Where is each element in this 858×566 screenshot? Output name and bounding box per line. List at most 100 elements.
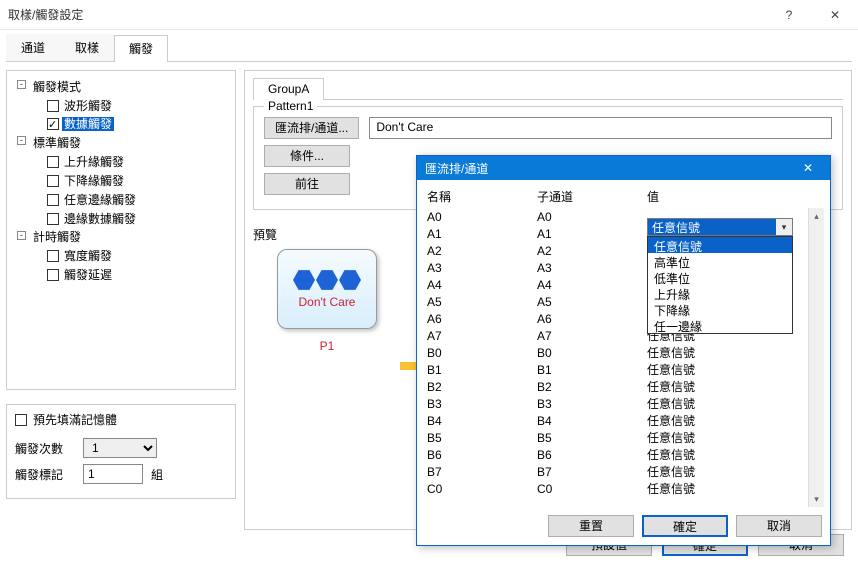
tab-sampling[interactable]: 取樣 bbox=[60, 34, 114, 61]
row-name: B7 bbox=[427, 465, 537, 479]
dialog-ok-button[interactable]: 確定 bbox=[642, 515, 728, 537]
row-name: A6 bbox=[427, 312, 537, 326]
dialog-list-header: 名稱 子通道 值 bbox=[423, 186, 824, 207]
dialog-cancel-button[interactable]: 取消 bbox=[736, 515, 822, 537]
row-value: 任意信號 bbox=[647, 344, 804, 361]
tree-item-checkbox[interactable] bbox=[47, 100, 59, 112]
list-row[interactable]: B4B4任意信號 bbox=[423, 412, 824, 429]
dialog-title: 匯流排/通道 bbox=[425, 160, 794, 177]
row-name: A1 bbox=[427, 227, 537, 241]
row-name: B1 bbox=[427, 363, 537, 377]
bus-value-field[interactable]: Don't Care bbox=[369, 117, 832, 139]
list-row[interactable]: B7B7任意信號 bbox=[423, 463, 824, 480]
row-name: B4 bbox=[427, 414, 537, 428]
tree-item-checkbox[interactable] bbox=[47, 118, 59, 130]
tree-item-checkbox[interactable] bbox=[47, 250, 59, 262]
tree-group-label[interactable]: 觸發模式 bbox=[31, 80, 83, 94]
dropdown-option[interactable]: 高準位 bbox=[648, 253, 792, 269]
dropdown-option[interactable]: 下降緣 bbox=[648, 301, 792, 317]
list-row[interactable]: B2B2任意信號 bbox=[423, 378, 824, 395]
tree-expander-icon[interactable]: - bbox=[17, 80, 26, 89]
pattern-title: Pattern1 bbox=[264, 99, 317, 113]
dialog-close-button[interactable]: ✕ bbox=[794, 161, 822, 175]
row-subchannel: A5 bbox=[537, 295, 647, 309]
hex-icon-row bbox=[293, 269, 361, 291]
trigger-mark-unit: 組 bbox=[151, 466, 163, 483]
tree-item-label[interactable]: 觸發延遲 bbox=[62, 268, 114, 282]
tree-item-checkbox[interactable] bbox=[47, 156, 59, 168]
tab-trigger[interactable]: 觸發 bbox=[114, 35, 168, 62]
tree-item-label[interactable]: 下降緣觸發 bbox=[62, 174, 126, 188]
row-subchannel: A2 bbox=[537, 244, 647, 258]
row-subchannel: A0 bbox=[537, 210, 647, 224]
row-subchannel: B6 bbox=[537, 448, 647, 462]
row-value: 任意信號 bbox=[647, 361, 804, 378]
dropdown-option[interactable]: 上升緣 bbox=[648, 285, 792, 301]
group-tab-a[interactable]: GroupA bbox=[253, 78, 324, 100]
dialog-reset-button[interactable]: 重置 bbox=[548, 515, 634, 537]
hex-icon bbox=[339, 269, 361, 291]
row-subchannel: C0 bbox=[537, 482, 647, 496]
dropdown-option[interactable]: 任一邊緣 bbox=[648, 317, 792, 333]
tab-channel[interactable]: 通道 bbox=[6, 34, 60, 61]
row-subchannel: A1 bbox=[537, 227, 647, 241]
tree-item-label[interactable]: 寬度觸發 bbox=[62, 249, 114, 263]
preview-card[interactable]: Don't Care bbox=[277, 249, 377, 329]
condition-button[interactable]: 條件... bbox=[264, 145, 350, 167]
trigger-mark-input[interactable] bbox=[83, 464, 143, 484]
col-val: 值 bbox=[647, 188, 804, 205]
goto-button[interactable]: 前往 bbox=[264, 173, 350, 195]
bus-channel-dialog: 匯流排/通道 ✕ 名稱 子通道 值 A0A0A1A1任意信號A2A2任意信號A3… bbox=[416, 155, 831, 546]
row-name: B0 bbox=[427, 346, 537, 360]
tree-item-label[interactable]: 任意邊緣觸發 bbox=[62, 193, 138, 207]
row-name: A5 bbox=[427, 295, 537, 309]
tree-item-checkbox[interactable] bbox=[47, 175, 59, 187]
prefill-memory-checkbox[interactable] bbox=[15, 414, 27, 426]
row-name: A4 bbox=[427, 278, 537, 292]
row-name: B3 bbox=[427, 397, 537, 411]
row-subchannel: B7 bbox=[537, 465, 647, 479]
tree-item-label[interactable]: 波形觸發 bbox=[62, 99, 114, 113]
dialog-scrollbar[interactable]: ▴ ▾ bbox=[808, 208, 824, 507]
value-dropdown-list[interactable]: 任意信號高準位低準位上升緣下降緣任一邊緣 bbox=[647, 236, 793, 334]
tree-group-label[interactable]: 計時觸發 bbox=[31, 230, 83, 244]
prefill-memory-label: 預先填滿記憶體 bbox=[33, 411, 117, 428]
scroll-up-icon[interactable]: ▴ bbox=[809, 208, 824, 224]
chevron-down-icon[interactable]: ▾ bbox=[776, 219, 792, 235]
hex-icon bbox=[293, 269, 315, 291]
main-tab-bar: 通道 取樣 觸發 bbox=[6, 34, 852, 62]
dropdown-option[interactable]: 低準位 bbox=[648, 269, 792, 285]
tree-group-label[interactable]: 標準觸發 bbox=[31, 136, 83, 150]
tree-item-checkbox[interactable] bbox=[47, 213, 59, 225]
row-name: A2 bbox=[427, 244, 537, 258]
row-subchannel: B0 bbox=[537, 346, 647, 360]
trigger-count-label: 觸發次數 bbox=[15, 440, 75, 457]
dropdown-option[interactable]: 任意信號 bbox=[648, 237, 792, 253]
col-name: 名稱 bbox=[427, 188, 537, 205]
window-close-button[interactable]: ✕ bbox=[812, 0, 858, 30]
list-row[interactable]: B0B0任意信號 bbox=[423, 344, 824, 361]
tree-item-checkbox[interactable] bbox=[47, 194, 59, 206]
list-row[interactable]: C0C0任意信號 bbox=[423, 480, 824, 497]
row-subchannel: A6 bbox=[537, 312, 647, 326]
row-name: B2 bbox=[427, 380, 537, 394]
window-help-button[interactable]: ? bbox=[766, 0, 812, 30]
tree-item-label[interactable]: 數據觸發 bbox=[62, 117, 114, 131]
list-row[interactable]: B3B3任意信號 bbox=[423, 395, 824, 412]
value-combobox[interactable]: 任意信號 ▾ bbox=[647, 218, 793, 236]
list-row[interactable]: B6B6任意信號 bbox=[423, 446, 824, 463]
trigger-count-select[interactable]: 1 bbox=[83, 438, 157, 458]
dialog-titlebar[interactable]: 匯流排/通道 ✕ bbox=[417, 156, 830, 180]
tree-item-label[interactable]: 上升緣觸發 bbox=[62, 155, 126, 169]
tree-item-label[interactable]: 邊緣數據觸發 bbox=[62, 212, 138, 226]
list-row[interactable]: B5B5任意信號 bbox=[423, 429, 824, 446]
row-subchannel: A4 bbox=[537, 278, 647, 292]
scroll-down-icon[interactable]: ▾ bbox=[809, 491, 824, 507]
tree-item-checkbox[interactable] bbox=[47, 269, 59, 281]
tree-expander-icon[interactable]: - bbox=[17, 136, 26, 145]
tree-expander-icon[interactable]: - bbox=[17, 231, 26, 240]
list-row[interactable]: B1B1任意信號 bbox=[423, 361, 824, 378]
row-value: 任意信號 bbox=[647, 446, 804, 463]
row-value: 任意信號 bbox=[647, 429, 804, 446]
bus-channel-button[interactable]: 匯流排/通道... bbox=[264, 117, 359, 139]
